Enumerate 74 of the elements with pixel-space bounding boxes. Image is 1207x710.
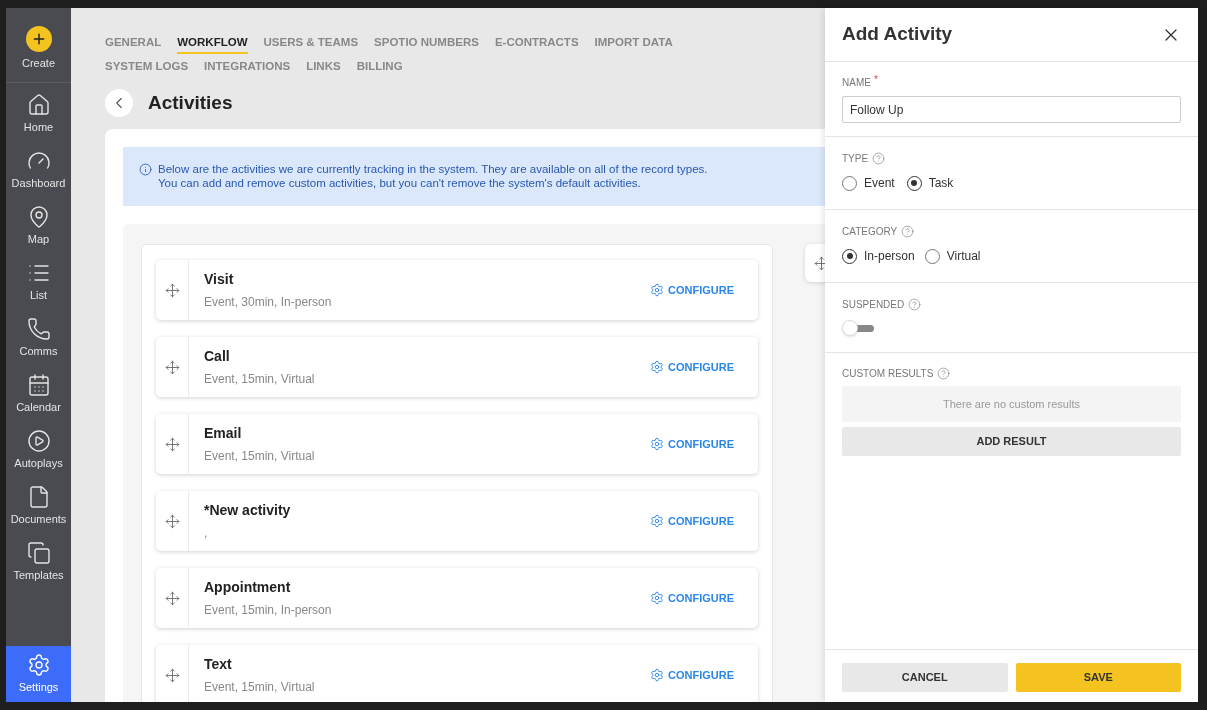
nav-item[interactable]: Comms [6, 310, 71, 367]
gear-icon [650, 360, 664, 374]
activity-details: Event, 15min, Virtual [204, 448, 316, 465]
calendar-icon [26, 373, 51, 398]
drag-handle-icon[interactable] [164, 667, 180, 683]
radio-option[interactable]: Task [906, 174, 954, 192]
info-text: You can add and remove custom activities, but you can't remove the system's default activities. [158, 176, 642, 190]
house-icon [26, 93, 51, 118]
suspended-toggle[interactable] [842, 320, 876, 336]
settings-icon [26, 652, 51, 677]
activity-name: Text [204, 655, 233, 674]
pages-icon [26, 541, 51, 566]
cancel-button[interactable]: CANCEL [842, 663, 1008, 692]
radio-option[interactable]: In-person [842, 247, 915, 265]
nav-item[interactable]: Templates [6, 534, 71, 591]
gear-icon [650, 283, 664, 297]
drag-handle-icon[interactable] [164, 436, 180, 452]
activity-name: Appointment [204, 578, 292, 597]
field-label: CATEGORY [842, 225, 898, 239]
drag-handle-icon[interactable] [164, 513, 180, 529]
panel-title: Add Activity [842, 22, 953, 47]
field-label: SUSPENDED [842, 298, 905, 312]
info-text: Below are the activities we are currently tracking in the system. They are available on all of the record types. [158, 162, 708, 176]
empty-results: There are no custom results [842, 386, 1181, 422]
help-icon [908, 298, 922, 311]
gear-icon [650, 437, 664, 451]
settings-tab[interactable]: WORKFLOW [177, 34, 248, 55]
phone-icon [26, 317, 51, 342]
activity-details: Event, 15min, In-person [204, 602, 333, 619]
nav-item[interactable]: Settings [6, 646, 71, 702]
field-label: CUSTOM RESULTS [842, 367, 934, 381]
gear-icon [650, 668, 664, 682]
field-label: TYPE [842, 152, 869, 166]
help-icon [872, 152, 886, 165]
radio-option[interactable]: Event [842, 174, 895, 192]
gear-icon [650, 591, 664, 605]
drag-handle-icon[interactable] [164, 359, 180, 375]
drag-handle-icon [814, 255, 825, 271]
activity-details: , [204, 525, 209, 542]
activity-details: Event, 30min, In-person [204, 294, 333, 311]
play-circle-icon [26, 429, 51, 454]
configure-button[interactable]: CONFIGURE [650, 589, 734, 607]
back-button[interactable] [105, 88, 133, 117]
help-icon [901, 225, 915, 238]
configure-button[interactable]: CONFIGURE [650, 358, 734, 376]
page-title: Activities [148, 90, 233, 115]
name-input[interactable]: Follow Up [842, 96, 1181, 123]
configure-button[interactable]: CONFIGURE [650, 281, 734, 299]
info-icon [139, 163, 152, 176]
required-mark: * [873, 75, 878, 85]
activity-name: Call [204, 347, 231, 366]
nav-item[interactable]: Autoplays [6, 422, 71, 479]
drag-handle-icon[interactable] [164, 590, 180, 606]
configure-button[interactable]: CONFIGURE [650, 666, 734, 684]
add-result-button[interactable]: ADD RESULT [842, 427, 1181, 456]
nav-item[interactable]: Documents [6, 478, 71, 535]
activity-name: Visit [204, 270, 235, 289]
nav-item[interactable]: Home [6, 86, 71, 143]
activity-name: *New activity [204, 501, 292, 520]
nav-item[interactable]: Calendar [6, 366, 71, 423]
radio-option[interactable]: Virtual [924, 247, 981, 265]
nav-item[interactable]: Map [6, 198, 71, 255]
field-label: NAME [842, 76, 871, 90]
activity-details: Event, 15min, Virtual [204, 679, 316, 696]
nav-item[interactable]: Dashboard [6, 142, 71, 199]
activity-details: Event, 15min, Virtual [204, 371, 316, 388]
save-button[interactable]: SAVE [1015, 663, 1181, 692]
nav-item[interactable]: List [6, 254, 71, 311]
gear-icon [650, 514, 664, 528]
configure-button[interactable]: CONFIGURE [650, 435, 734, 453]
activity-name: Email [204, 424, 243, 443]
configure-button[interactable]: CONFIGURE [650, 512, 734, 530]
help-icon [937, 367, 951, 380]
drag-handle-icon[interactable] [164, 282, 180, 298]
